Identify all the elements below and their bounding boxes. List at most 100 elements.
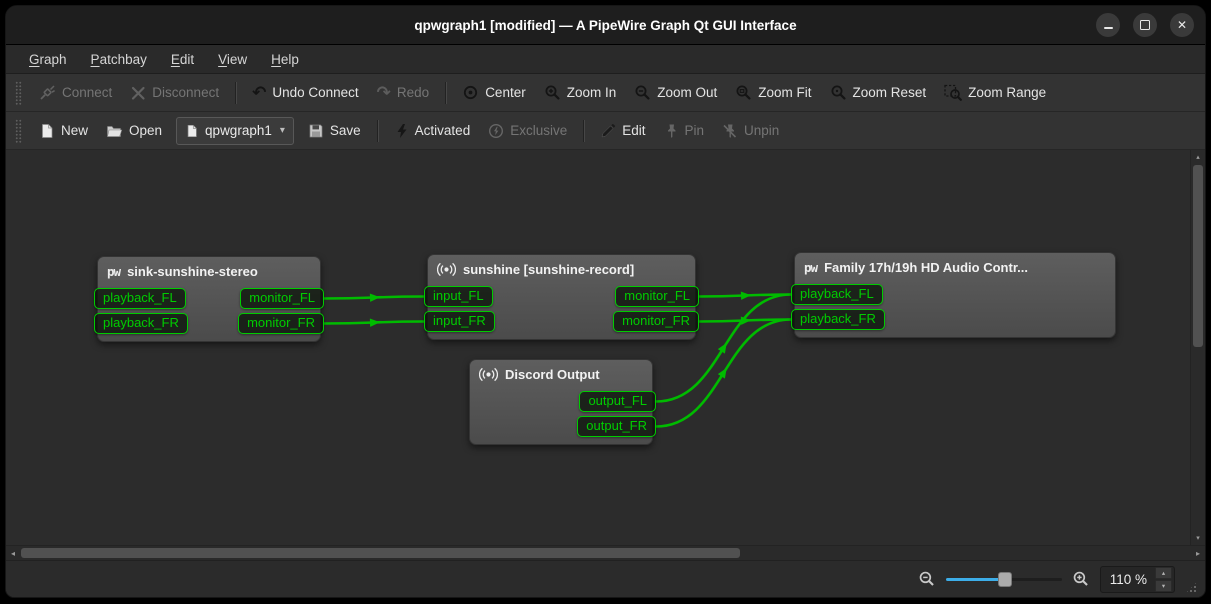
zoom-range-icon xyxy=(944,84,962,101)
graph-node-discord-output[interactable]: Discord Output output_FL output_FR xyxy=(469,359,653,445)
redo-label: Redo xyxy=(397,85,429,100)
disconnect-icon xyxy=(130,85,146,101)
center-label: Center xyxy=(485,85,526,100)
zoom-range-label: Zoom Range xyxy=(968,85,1046,100)
minimize-button[interactable] xyxy=(1096,13,1120,37)
maximize-icon xyxy=(1140,20,1150,30)
zoom-in-label: Zoom In xyxy=(567,85,617,100)
undo-connect-button[interactable]: ↶ Undo Connect xyxy=(243,78,368,107)
wire-arrowhead-icon xyxy=(370,293,380,302)
unpin-button[interactable]: Unpin xyxy=(713,116,788,145)
save-icon xyxy=(308,123,324,139)
zoom-increment-button[interactable]: ▴ xyxy=(1155,567,1172,579)
resize-grip[interactable] xyxy=(1185,581,1198,594)
zoom-reset-icon xyxy=(830,84,847,101)
zoom-in-button[interactable]: Zoom In xyxy=(535,78,626,107)
new-button[interactable]: New xyxy=(30,116,97,145)
port-playback_FL[interactable]: playback_FL xyxy=(791,284,883,305)
title-bar[interactable]: qpwgraph1 [modified] — A PipeWire Graph … xyxy=(6,6,1205,45)
vertical-scrollbar[interactable]: ▴ ▾ xyxy=(1190,150,1205,545)
port-output_FR[interactable]: output_FR xyxy=(577,416,656,437)
menu-view[interactable]: View xyxy=(208,49,257,70)
zoom-slider[interactable] xyxy=(946,569,1062,589)
speaker-icon xyxy=(437,262,456,277)
port-monitor_FL[interactable]: monitor_FL xyxy=(615,286,699,307)
window-controls: ✕ xyxy=(1096,6,1194,44)
menu-help[interactable]: Help xyxy=(261,49,309,70)
scroll-up-arrow-icon[interactable]: ▴ xyxy=(1191,150,1205,164)
toolbar-drag-handle[interactable] xyxy=(15,81,22,105)
node-title: sunshine [sunshine-record] xyxy=(463,262,634,277)
port-monitor_FR[interactable]: monitor_FR xyxy=(238,313,324,334)
unpin-label: Unpin xyxy=(744,123,779,138)
port-input_FL[interactable]: input_FL xyxy=(424,286,493,307)
redo-icon: ↷ xyxy=(377,84,391,101)
scroll-left-arrow-icon[interactable]: ◂ xyxy=(6,546,20,560)
close-icon: ✕ xyxy=(1177,19,1187,31)
exclusive-button[interactable]: Exclusive xyxy=(479,116,576,145)
maximize-button[interactable] xyxy=(1133,13,1157,37)
zoom-range-button[interactable]: Zoom Range xyxy=(935,78,1055,107)
menu-patchbay[interactable]: Patchbay xyxy=(81,49,157,70)
port-monitor_FR[interactable]: monitor_FR xyxy=(613,311,699,332)
zoom-reset-label: Zoom Reset xyxy=(853,85,927,100)
minimize-icon xyxy=(1104,27,1113,29)
graph-node-sink-sunshine-stereo[interactable]: pwsink-sunshine-stereoplayback_FLmonitor… xyxy=(97,256,321,342)
disconnect-label: Disconnect xyxy=(152,85,219,100)
zoom-decrement-button[interactable]: ▾ xyxy=(1155,580,1172,592)
center-button[interactable]: Center xyxy=(453,78,535,107)
wire-arrowhead-icon xyxy=(370,318,380,327)
pin-button[interactable]: Pin xyxy=(655,116,714,145)
zoom-reset-button[interactable]: Zoom Reset xyxy=(821,78,936,107)
scroll-down-arrow-icon[interactable]: ▾ xyxy=(1191,531,1205,545)
wire-arrowhead-icon xyxy=(741,316,751,325)
redo-button[interactable]: ↷ Redo xyxy=(368,78,439,107)
port-monitor_FL[interactable]: monitor_FL xyxy=(240,288,324,309)
connect-button[interactable]: Connect xyxy=(30,78,121,107)
app-window: qpwgraph1 [modified] — A PipeWire Graph … xyxy=(5,5,1206,598)
node-header: sunshine [sunshine-record] xyxy=(428,260,695,282)
port-input_FR[interactable]: input_FR xyxy=(424,311,495,332)
center-icon xyxy=(462,84,479,101)
menu-edit[interactable]: Edit xyxy=(161,49,204,70)
graph-canvas[interactable]: pwsink-sunshine-stereoplayback_FLmonitor… xyxy=(6,150,1190,545)
save-label: Save xyxy=(330,123,361,138)
patchbay-profile-combo[interactable]: qpwgraph1 ▾ xyxy=(176,117,294,145)
wire-arrowhead-icon xyxy=(718,341,730,354)
toolbar-drag-handle[interactable] xyxy=(15,119,22,143)
connect-icon xyxy=(39,84,56,101)
open-button[interactable]: Open xyxy=(97,116,171,145)
zoom-slider-handle[interactable] xyxy=(998,572,1012,587)
connection-wire xyxy=(699,295,791,297)
save-button[interactable]: Save xyxy=(299,116,370,145)
zoom-out-small-icon[interactable] xyxy=(918,570,936,588)
edit-button[interactable]: Edit xyxy=(591,116,654,145)
graph-node-sunshine[interactable]: sunshine [sunshine-record]input_FLmonito… xyxy=(427,254,696,340)
zoom-fit-button[interactable]: Zoom Fit xyxy=(726,78,820,107)
vertical-scroll-thumb[interactable] xyxy=(1193,165,1203,347)
toolbar-separator xyxy=(445,82,446,104)
pipewire-icon: pw xyxy=(804,260,817,275)
node-title: Discord Output xyxy=(505,367,600,382)
zoom-spinbox[interactable]: 110 % ▴ ▾ xyxy=(1100,566,1175,593)
disconnect-button[interactable]: Disconnect xyxy=(121,78,228,107)
close-button[interactable]: ✕ xyxy=(1170,13,1194,37)
horizontal-scroll-thumb[interactable] xyxy=(21,548,740,558)
port-playback_FL[interactable]: playback_FL xyxy=(94,288,186,309)
chevron-down-icon: ▾ xyxy=(280,125,285,136)
menu-graph[interactable]: Graph xyxy=(19,49,77,70)
zoom-fit-label: Zoom Fit xyxy=(758,85,811,100)
node-header: pw Family 17h/19h HD Audio Contr... xyxy=(795,258,1115,280)
undo-icon: ↶ xyxy=(252,84,266,101)
zoom-out-icon xyxy=(634,84,651,101)
zoom-in-small-icon[interactable] xyxy=(1072,570,1090,588)
port-playback_FR[interactable]: playback_FR xyxy=(791,309,885,330)
scroll-right-arrow-icon[interactable]: ▸ xyxy=(1191,546,1205,560)
horizontal-scrollbar[interactable]: ◂ ▸ xyxy=(6,545,1205,560)
port-output_FL[interactable]: output_FL xyxy=(579,391,656,412)
zoom-out-button[interactable]: Zoom Out xyxy=(625,78,726,107)
node-title: Family 17h/19h HD Audio Contr... xyxy=(824,260,1028,275)
port-playback_FR[interactable]: playback_FR xyxy=(94,313,188,334)
graph-node-family-audio[interactable]: pw Family 17h/19h HD Audio Contr... playba… xyxy=(794,252,1116,338)
activated-button[interactable]: Activated xyxy=(385,116,480,145)
